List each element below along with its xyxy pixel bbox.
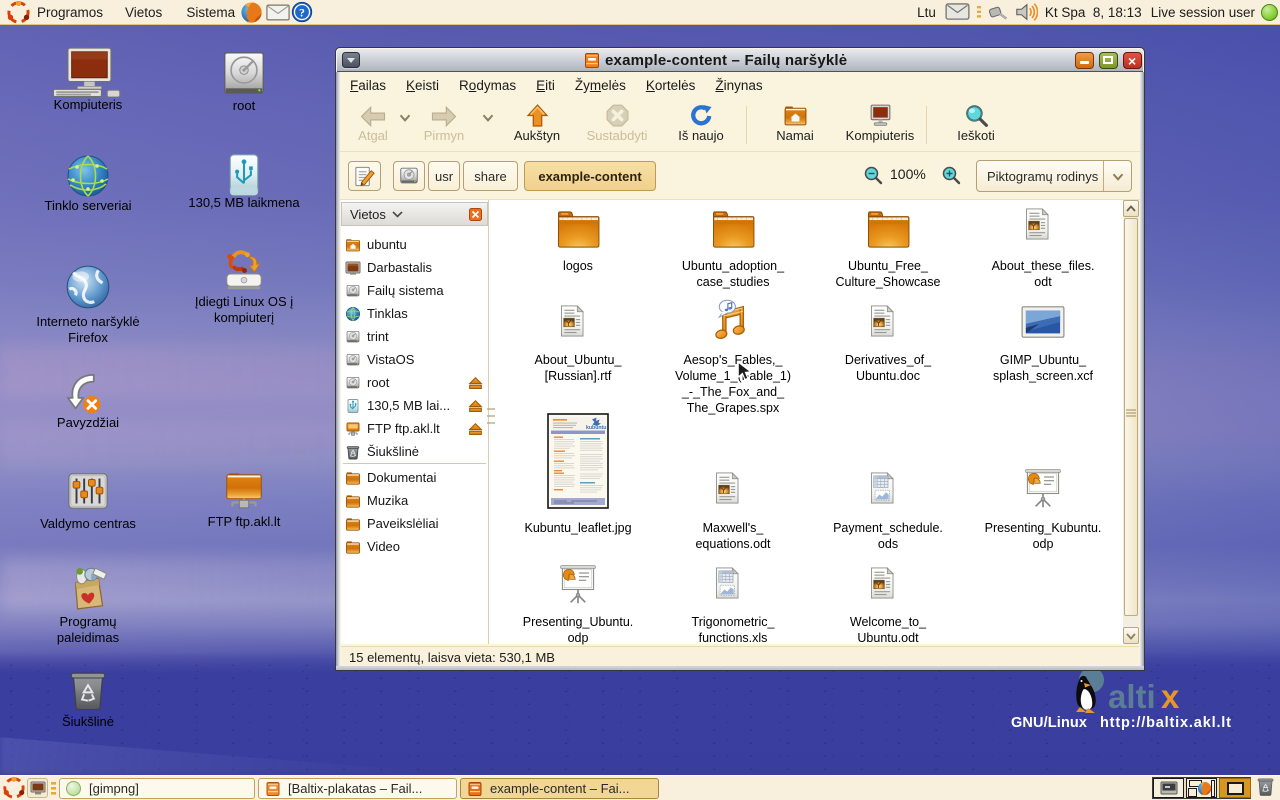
svg-text:GNU/Linux: GNU/Linux — [1011, 715, 1087, 731]
svg-text:http://baltix.akl.lt: http://baltix.akl.lt — [1100, 715, 1231, 731]
svg-text:x: x — [1161, 678, 1180, 715]
svg-text:alti: alti — [1108, 678, 1156, 715]
